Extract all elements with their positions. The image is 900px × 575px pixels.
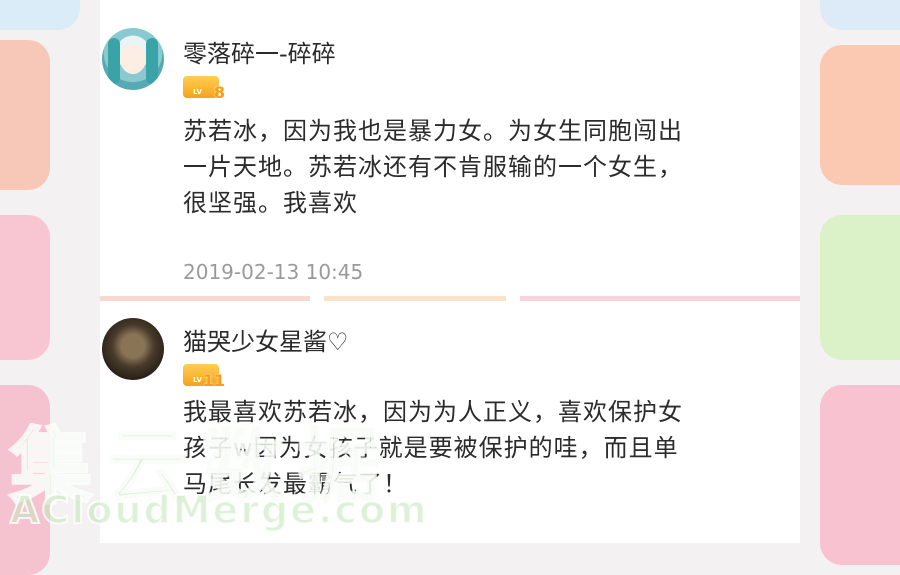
comment-timestamp: 2019-02-13 10:45 <box>183 260 364 284</box>
avatar-face <box>120 44 146 74</box>
level-number: 8 <box>213 83 225 102</box>
comment-line: 马尾长发最霸气了！ <box>183 470 408 498</box>
avatar[interactable] <box>102 318 164 380</box>
avatar-hair <box>146 38 158 84</box>
comment-line: 我最喜欢苏若冰，因为为人正义，喜欢保护女 <box>183 398 683 426</box>
avatar[interactable] <box>102 28 164 90</box>
background-tile <box>0 385 50 575</box>
comment-line: 孩子w因为女孩子就是要被保护的哇，而且单 <box>183 434 679 462</box>
background-tile <box>0 0 80 30</box>
background-tile <box>820 0 900 30</box>
background-tile <box>820 45 900 185</box>
username[interactable]: 猫哭少女星酱♡ <box>183 322 349 357</box>
background-tile <box>0 215 50 360</box>
username[interactable]: 零落碎一-碎碎 <box>183 34 336 69</box>
avatar-hair <box>108 38 120 84</box>
level-prefix: LV <box>193 376 202 384</box>
comment-text: 苏若冰，因为我也是暴力女。为女生同胞闯出 一片天地。苏若冰还有不肯服输的一个女生… <box>183 113 803 221</box>
comment-text: 我最喜欢苏若冰，因为为人正义，喜欢保护女 孩子w因为女孩子就是要被保护的哇，而且… <box>183 394 803 502</box>
background-tile <box>820 215 900 360</box>
comment-line: 苏若冰，因为我也是暴力女。为女生同胞闯出 <box>183 117 683 145</box>
level-badge: LV 8 <box>183 76 225 102</box>
comment-line: 一片天地。苏若冰还有不肯服输的一个女生， <box>183 153 683 181</box>
level-number: 11 <box>202 371 225 390</box>
level-badge: LV 11 <box>183 364 225 390</box>
comment-line: 很坚强。我喜欢 <box>183 189 358 217</box>
background-tile <box>0 40 50 190</box>
comment-divider <box>100 296 800 301</box>
background-tile <box>820 385 900 565</box>
level-prefix: LV <box>193 88 202 96</box>
